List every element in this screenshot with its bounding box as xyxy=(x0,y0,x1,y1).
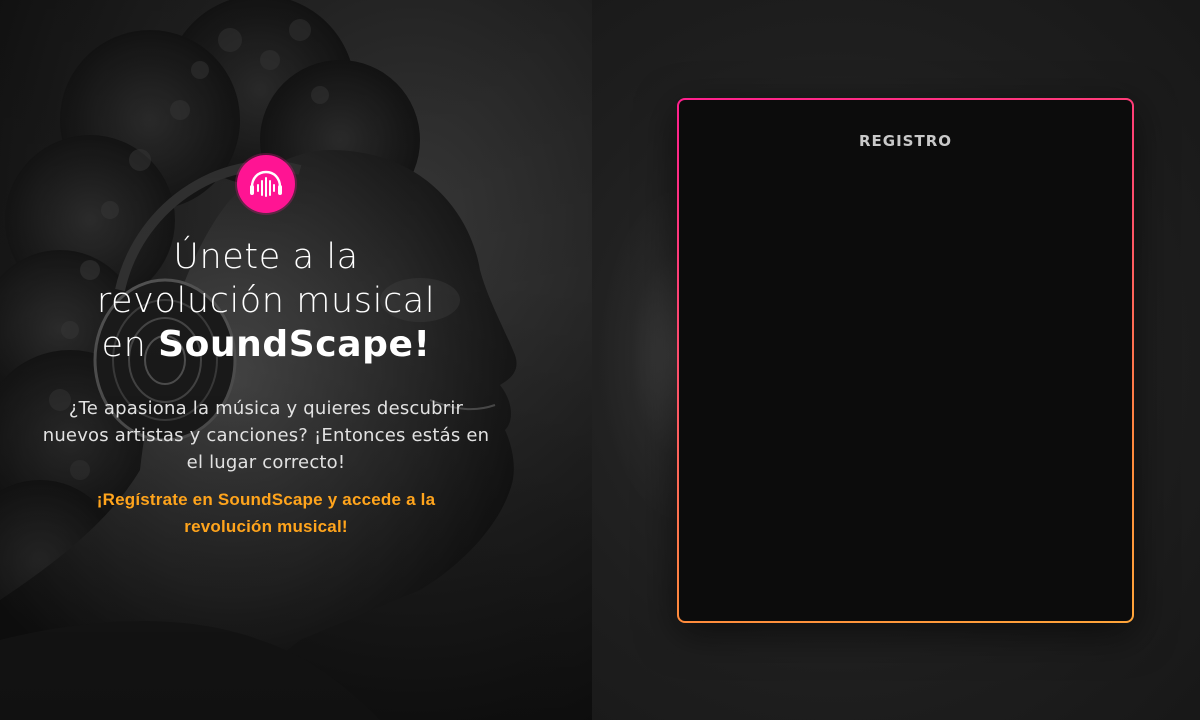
hero-title: Únete a la revolución musical en SoundSc… xyxy=(10,235,522,367)
hero-title-line2: revolución musical xyxy=(96,281,436,321)
hero-content: Únete a la revolución musical en SoundSc… xyxy=(0,155,562,540)
hero-description: ¿Te apasiona la música y quieres descubr… xyxy=(42,398,490,473)
soundwave-headphones-icon xyxy=(250,170,282,197)
registration-card: REGISTRO xyxy=(679,100,1132,621)
hero-brand-name: SoundScape! xyxy=(158,324,431,365)
registration-card-border: REGISTRO xyxy=(677,98,1134,623)
signup-page: Únete a la revolución musical en SoundSc… xyxy=(0,0,1200,720)
app-logo xyxy=(237,155,295,213)
hero-title-line3-prefix: en xyxy=(101,325,147,365)
registration-title: REGISTRO xyxy=(858,132,953,150)
registration-panel: REGISTRO xyxy=(592,0,1200,720)
hero-title-line1: Únete a la xyxy=(173,237,359,277)
hero-panel: Únete a la revolución musical en SoundSc… xyxy=(0,0,592,720)
hero-call-to-action: ¡Regístrate en SoundScape y accede a la … xyxy=(96,490,436,536)
